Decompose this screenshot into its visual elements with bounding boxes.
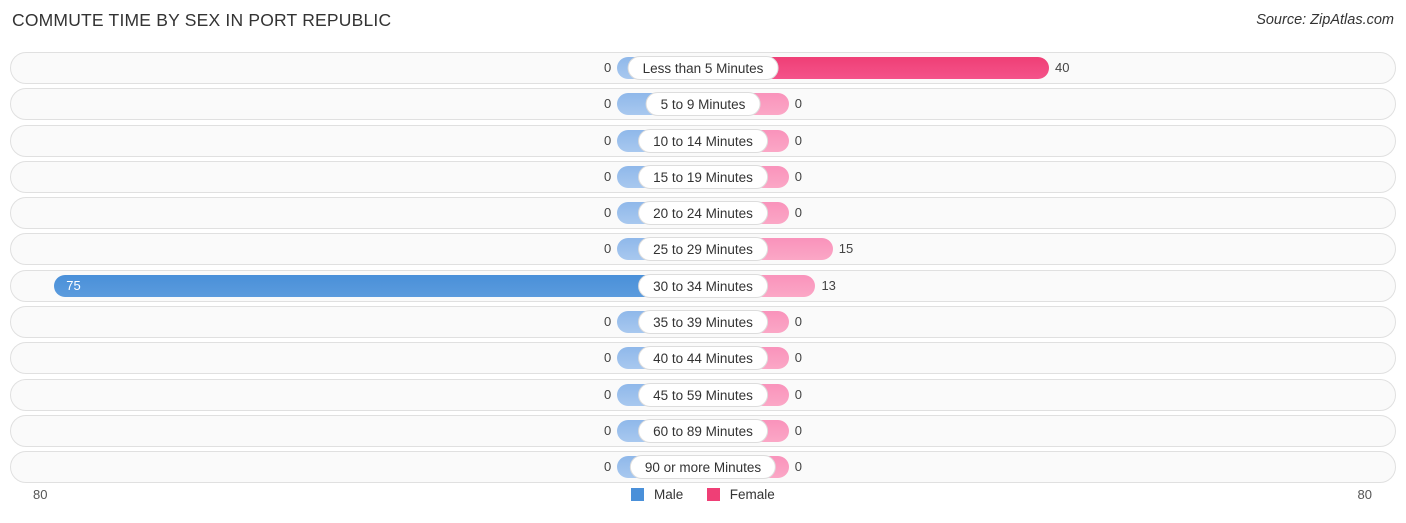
category-label: 25 to 29 Minutes bbox=[638, 237, 768, 262]
source-attribution: Source: ZipAtlas.com bbox=[1256, 12, 1394, 28]
table-row: 75 13 30 to 34 Minutes bbox=[10, 269, 1396, 302]
category-label: 5 to 9 Minutes bbox=[645, 92, 761, 117]
table-row: 0 0 15 to 19 Minutes bbox=[10, 160, 1396, 193]
category-label: 90 or more Minutes bbox=[629, 455, 777, 480]
bar-value-male: 0 bbox=[603, 422, 612, 438]
row-inner: 0 40 Less than 5 Minutes bbox=[11, 53, 1395, 83]
bar-value-female: 0 bbox=[794, 205, 803, 221]
bar-value-male: 0 bbox=[603, 96, 612, 112]
row-inner: 0 0 15 to 19 Minutes bbox=[11, 162, 1395, 192]
bar-value-female: 0 bbox=[794, 459, 803, 475]
bar-value-female: 0 bbox=[794, 96, 803, 112]
category-label: 20 to 24 Minutes bbox=[638, 201, 768, 226]
category-label: 15 to 19 Minutes bbox=[638, 164, 768, 189]
chart-container: COMMUTE TIME BY SEX IN PORT REPUBLIC Sou… bbox=[0, 0, 1406, 523]
chart-rows: 0 40 Less than 5 Minutes 0 0 5 to 9 Minutes 0 0… bbox=[10, 52, 1396, 488]
row-inner: 0 0 45 to 59 Minutes bbox=[11, 380, 1395, 410]
table-row: 0 0 45 to 59 Minutes bbox=[10, 378, 1396, 411]
category-label: 35 to 39 Minutes bbox=[638, 310, 768, 335]
category-label: Less than 5 Minutes bbox=[627, 56, 779, 80]
table-row: 0 0 60 to 89 Minutes bbox=[10, 414, 1396, 447]
bar-value-male: 0 bbox=[603, 350, 612, 366]
legend-swatch-male-icon bbox=[631, 488, 645, 501]
row-inner: 0 0 10 to 14 Minutes bbox=[11, 126, 1395, 156]
row-inner: 0 15 25 to 29 Minutes bbox=[11, 234, 1395, 264]
table-row: 0 0 35 to 39 Minutes bbox=[10, 306, 1396, 339]
legend-item-female[interactable]: Female bbox=[707, 487, 775, 502]
legend-item-male[interactable]: Male bbox=[631, 487, 683, 502]
bar-value-female: 0 bbox=[794, 132, 803, 148]
bar-value-female: 0 bbox=[794, 350, 803, 366]
bar-value-male: 75 bbox=[66, 277, 81, 293]
category-label: 10 to 14 Minutes bbox=[638, 128, 768, 153]
bar-value-female: 15 bbox=[838, 241, 854, 257]
row-inner: 0 0 35 to 39 Minutes bbox=[11, 307, 1395, 337]
bar-value-female: 0 bbox=[794, 386, 803, 402]
bar-male[interactable] bbox=[54, 274, 703, 297]
table-row: 0 0 10 to 14 Minutes bbox=[10, 124, 1396, 157]
table-row: 0 15 25 to 29 Minutes bbox=[10, 233, 1396, 266]
bar-value-male: 0 bbox=[603, 205, 612, 221]
legend-swatch-female-icon bbox=[707, 488, 720, 501]
category-label: 40 to 44 Minutes bbox=[638, 346, 768, 371]
row-inner: 0 0 20 to 24 Minutes bbox=[11, 198, 1395, 228]
bar-value-male: 0 bbox=[603, 60, 612, 75]
bar-value-female: 13 bbox=[821, 277, 836, 293]
table-row: 0 0 40 to 44 Minutes bbox=[10, 342, 1396, 375]
bar-value-female: 0 bbox=[794, 314, 803, 330]
bar-value-male: 0 bbox=[603, 386, 612, 402]
bar-value-male: 0 bbox=[603, 314, 612, 330]
table-row: 0 0 20 to 24 Minutes bbox=[10, 197, 1396, 230]
table-row: 0 0 5 to 9 Minutes bbox=[10, 88, 1396, 121]
legend-label-male: Male bbox=[653, 487, 684, 502]
bar-value-female: 0 bbox=[794, 422, 803, 438]
table-row: 0 40 Less than 5 Minutes bbox=[10, 52, 1396, 84]
category-label: 60 to 89 Minutes bbox=[638, 418, 768, 443]
bar-value-female: 40 bbox=[1055, 60, 1070, 75]
bar-value-male: 0 bbox=[603, 241, 612, 257]
row-inner: 0 0 40 to 44 Minutes bbox=[11, 343, 1395, 373]
bar-value-male: 0 bbox=[603, 168, 612, 184]
row-inner: 0 0 5 to 9 Minutes bbox=[11, 89, 1395, 119]
row-inner: 75 13 30 to 34 Minutes bbox=[11, 271, 1395, 301]
bar-value-male: 0 bbox=[603, 459, 612, 475]
row-inner: 0 0 60 to 89 Minutes bbox=[11, 416, 1395, 446]
page-title: COMMUTE TIME BY SEX IN PORT REPUBLIC bbox=[12, 10, 392, 30]
table-row: 0 0 90 or more Minutes bbox=[10, 451, 1396, 484]
chart-legend: Male Female bbox=[0, 487, 1406, 502]
row-inner: 0 0 90 or more Minutes bbox=[11, 452, 1395, 482]
legend-label-female: Female bbox=[729, 487, 775, 502]
category-label: 45 to 59 Minutes bbox=[638, 382, 768, 407]
bar-value-female: 0 bbox=[794, 168, 803, 184]
bar-value-male: 0 bbox=[603, 132, 612, 148]
category-label: 30 to 34 Minutes bbox=[638, 273, 768, 298]
